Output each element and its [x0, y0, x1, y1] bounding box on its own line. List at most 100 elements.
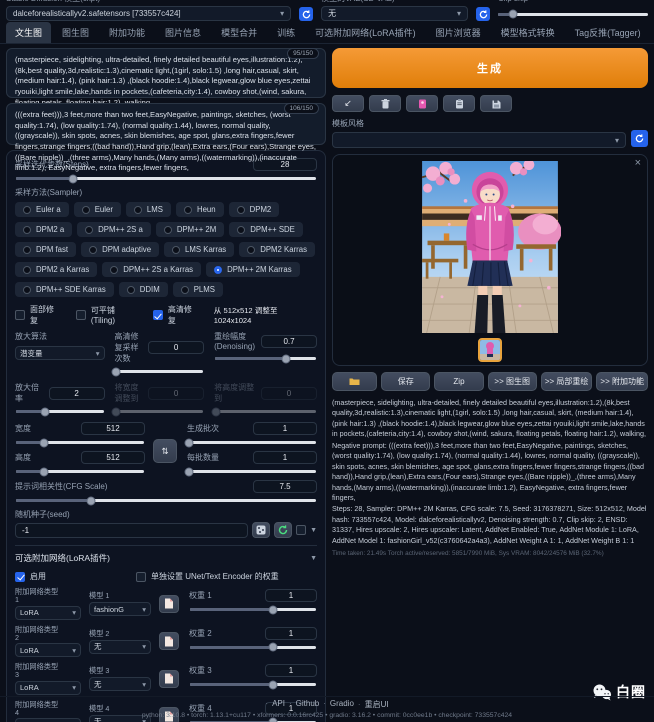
sampler-option[interactable]: LMS Karras	[164, 242, 234, 257]
lora-type-select[interactable]: LoRA▾	[15, 681, 81, 695]
lora-type-select[interactable]: LoRA▾	[15, 643, 81, 657]
upscaler-select[interactable]: 潜变量▾	[15, 346, 105, 360]
lora-model-select[interactable]: 无▾	[89, 677, 151, 691]
sampler-option[interactable]: DPM adaptive	[81, 242, 159, 257]
hires-fix-checkbox[interactable]: 高清修复	[153, 304, 200, 326]
lora-weight-slider[interactable]	[190, 683, 316, 686]
footer-link[interactable]: 重启UI	[358, 699, 389, 710]
denoising-value[interactable]: 0.7	[261, 335, 317, 348]
tab-item[interactable]: 训练	[268, 22, 304, 43]
width-slider[interactable]	[16, 441, 144, 444]
hires-steps-value[interactable]: 0	[148, 341, 204, 354]
sampler-option[interactable]: Euler a	[15, 202, 69, 217]
steps-slider[interactable]	[16, 177, 316, 180]
batch-size-value[interactable]: 1	[253, 451, 317, 464]
lora-separate-weights-checkbox[interactable]: 单独设置 UNet/Text Encoder 的权重	[136, 571, 279, 582]
prompt-input[interactable]: (masterpiece, sidelighting, ultra-detail…	[15, 55, 317, 108]
vae-select[interactable]: 无 ▾	[321, 6, 468, 21]
tab-item[interactable]: 文生图	[6, 22, 51, 43]
hires-steps-slider[interactable]	[116, 370, 204, 373]
clip-skip-slider[interactable]	[498, 7, 648, 21]
paste-generation-params-button[interactable]: ↙	[332, 95, 364, 112]
tiling-checkbox[interactable]: 可平铺(Tiling)	[76, 305, 139, 325]
batch-size-slider[interactable]	[188, 470, 316, 473]
negative-prompt-input[interactable]: (((extra feet))),3 feet,more than two fe…	[15, 110, 317, 174]
sampler-option[interactable]: PLMS	[173, 282, 223, 297]
output-action-button[interactable]: >> 局部重绘	[541, 372, 593, 391]
sampler-option[interactable]: DPM2	[229, 202, 280, 217]
seed-input[interactable]: -1	[15, 523, 248, 538]
sampler-option[interactable]: DDIM	[119, 282, 168, 297]
upscale-by-value[interactable]: 2	[49, 387, 105, 400]
lora-weight-slider[interactable]	[190, 608, 316, 611]
restore-faces-checkbox[interactable]: 面部修复	[15, 304, 62, 326]
extra-networks-button[interactable]	[406, 95, 438, 112]
sampler-option[interactable]: DPM++ 2S a Karras	[102, 262, 201, 277]
extra-seed-checkbox[interactable]	[296, 525, 306, 535]
lora-model-select[interactable]: 无▾	[89, 640, 151, 654]
cfg-value[interactable]: 7.5	[253, 480, 317, 493]
refresh-styles-button[interactable]	[631, 130, 648, 147]
tab-item[interactable]: 图片信息	[156, 22, 210, 43]
lora-accordion-header[interactable]: 可选附加网络(LoRA插件) ▼	[15, 552, 317, 564]
tab-item[interactable]: 图片浏览器	[427, 22, 490, 43]
clear-prompt-button[interactable]	[369, 95, 401, 112]
lora-model-file-button[interactable]	[159, 670, 179, 688]
sampler-option[interactable]: DPM2 a Karras	[15, 262, 97, 277]
upscale-by-slider[interactable]	[16, 410, 104, 413]
height-slider[interactable]	[16, 470, 144, 473]
swap-dimensions-button[interactable]: ⇅	[153, 439, 177, 463]
lora-model-file-button[interactable]	[159, 632, 179, 650]
lora-weight-slider[interactable]	[190, 646, 316, 649]
sampler-option[interactable]: Euler	[74, 202, 121, 217]
lora-type-select[interactable]: LoRA▾	[15, 606, 81, 620]
lora-model-file-button[interactable]	[159, 595, 179, 613]
sampler-option[interactable]: DPM++ SDE	[229, 222, 303, 237]
tab-item[interactable]: 附加功能	[100, 22, 154, 43]
apply-style-button[interactable]	[443, 95, 475, 112]
tab-item[interactable]: 图生图	[53, 22, 98, 43]
output-action-button[interactable]: 保存	[381, 372, 430, 391]
lora-weight-value[interactable]: 1	[265, 664, 317, 677]
height-value[interactable]: 512	[81, 451, 145, 464]
lora-enable-checkbox[interactable]: 启用	[15, 571, 46, 582]
footer-link[interactable]: Github	[289, 699, 319, 710]
seed-extra-arrow-icon[interactable]: ▼	[310, 527, 317, 534]
sampler-option[interactable]: DPM++ 2S a	[77, 222, 151, 237]
random-seed-button[interactable]	[252, 522, 270, 538]
output-action-button[interactable]: Zip	[434, 372, 483, 391]
cfg-slider[interactable]	[16, 499, 316, 502]
refresh-checkpoint-button[interactable]	[299, 7, 313, 21]
reuse-seed-button[interactable]	[274, 522, 292, 538]
footer-link[interactable]: API	[265, 699, 285, 710]
checkpoint-select[interactable]: dalceforealisticallyv2.safetensors [7335…	[6, 6, 291, 21]
output-action-button[interactable]: >> 图生图	[488, 372, 537, 391]
lora-weight-value[interactable]: 1	[265, 627, 317, 640]
save-style-button[interactable]	[480, 95, 512, 112]
sampler-option[interactable]: DPM++ SDE Karras	[15, 282, 114, 297]
open-folder-button[interactable]	[332, 372, 377, 391]
sampler-option[interactable]: DPM++ 2M Karras	[206, 262, 300, 277]
sampler-option[interactable]: DPM fast	[15, 242, 76, 257]
tab-item[interactable]: Tag反推(Tagger)	[566, 22, 650, 43]
tab-item[interactable]: 模型格式转换	[492, 22, 564, 43]
batch-count-slider[interactable]	[188, 441, 316, 444]
lora-weight-value[interactable]: 1	[265, 589, 317, 602]
close-icon[interactable]: ×	[635, 157, 641, 169]
tab-item[interactable]: 可选附加网络(LoRA插件)	[306, 22, 425, 43]
sampler-option[interactable]: LMS	[126, 202, 171, 217]
output-action-button[interactable]: >> 附加功能	[596, 372, 648, 391]
sampler-option[interactable]: DPM2 a	[15, 222, 72, 237]
lora-model-select[interactable]: fashionG▾	[89, 602, 151, 616]
footer-link[interactable]: Gradio	[323, 699, 354, 710]
denoising-slider[interactable]	[215, 357, 316, 360]
sampler-option[interactable]: DPM++ 2M	[156, 222, 224, 237]
sampler-option[interactable]: Heun	[176, 202, 224, 217]
refresh-vae-button[interactable]	[476, 7, 490, 21]
batch-count-value[interactable]: 1	[253, 422, 317, 435]
sampler-option[interactable]: DPM2 Karras	[239, 242, 315, 257]
styles-select[interactable]: ▾	[332, 132, 626, 148]
gallery-thumbnail[interactable]	[478, 338, 502, 362]
generated-image[interactable]	[419, 161, 561, 333]
generate-button[interactable]: 生成	[332, 48, 648, 88]
